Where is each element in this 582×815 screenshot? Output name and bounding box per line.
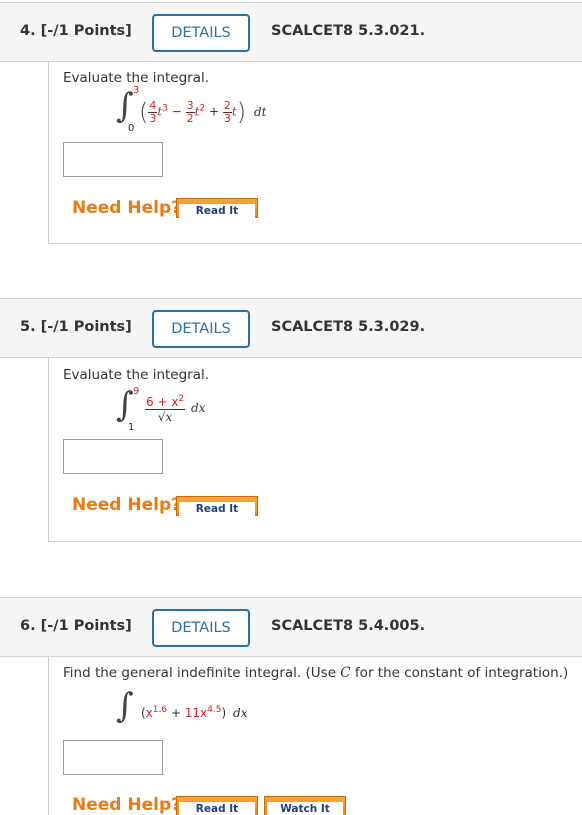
question-4-header: 4. [-/1 Points] DETAILS SCALCET8 5.3.021… bbox=[0, 2, 582, 62]
details-button[interactable]: DETAILS bbox=[152, 310, 250, 348]
need-help-label: Need Help? bbox=[72, 795, 181, 815]
integrand: (x1.6 + 11x4.5) dx bbox=[141, 705, 248, 720]
question-number: 4. [-/1 Points] bbox=[20, 23, 132, 39]
lower-limit: 0 bbox=[128, 123, 135, 134]
integral-sign: ∫ bbox=[116, 686, 134, 726]
differential: dx bbox=[190, 400, 206, 415]
question-number: 6. [-/1 Points] bbox=[20, 618, 132, 634]
question-prompt: Evaluate the integral. bbox=[63, 367, 210, 383]
need-help-label: Need Help? bbox=[72, 495, 181, 515]
integral-sign: ∫ bbox=[116, 385, 134, 425]
upper-limit: 9 bbox=[133, 386, 140, 397]
question-6-header: 6. [-/1 Points] DETAILS SCALCET8 5.4.005… bbox=[0, 597, 582, 657]
question-reference: SCALCET8 5.3.021. bbox=[271, 23, 426, 39]
integral-sign: ∫ bbox=[116, 86, 134, 126]
answer-input[interactable] bbox=[63, 439, 163, 474]
integrand: 6 + x2 √x dx bbox=[145, 394, 206, 424]
watch-it-button[interactable]: Watch It bbox=[264, 796, 346, 815]
lower-limit: 1 bbox=[128, 422, 135, 433]
integrand: (4 3 t3 − 3 2 t2 + 2 3 t) dt bbox=[139, 98, 267, 126]
answer-input[interactable] bbox=[63, 740, 163, 775]
read-it-button[interactable]: Read It bbox=[176, 496, 258, 516]
question-reference: SCALCET8 5.4.005. bbox=[271, 618, 426, 634]
read-it-button[interactable]: Read It bbox=[176, 198, 258, 218]
question-prompt: Find the general indefinite integral. (U… bbox=[63, 665, 569, 681]
question-number: 5. [-/1 Points] bbox=[20, 319, 132, 335]
question-reference: SCALCET8 5.3.029. bbox=[271, 319, 426, 335]
upper-limit: 3 bbox=[133, 85, 140, 96]
details-button[interactable]: DETAILS bbox=[152, 609, 250, 647]
question-5-header: 5. [-/1 Points] DETAILS SCALCET8 5.3.029… bbox=[0, 298, 582, 358]
details-button[interactable]: DETAILS bbox=[152, 14, 250, 52]
differential: dx bbox=[233, 706, 248, 720]
differential: dt bbox=[253, 104, 267, 119]
need-help-label: Need Help? bbox=[72, 198, 181, 218]
question-5-body: Evaluate the integral. ∫ 9 1 6 + x2 √x dx… bbox=[48, 358, 582, 542]
question-4-body: Evaluate the integral. ∫ 3 0 (4 3 t3 − 32t… bbox=[48, 62, 582, 244]
question-prompt: Evaluate the integral. bbox=[63, 70, 210, 86]
read-it-button[interactable]: Read It bbox=[176, 796, 258, 815]
answer-input[interactable] bbox=[63, 142, 163, 177]
question-6-body: Find the general indefinite integral. (U… bbox=[48, 657, 582, 815]
